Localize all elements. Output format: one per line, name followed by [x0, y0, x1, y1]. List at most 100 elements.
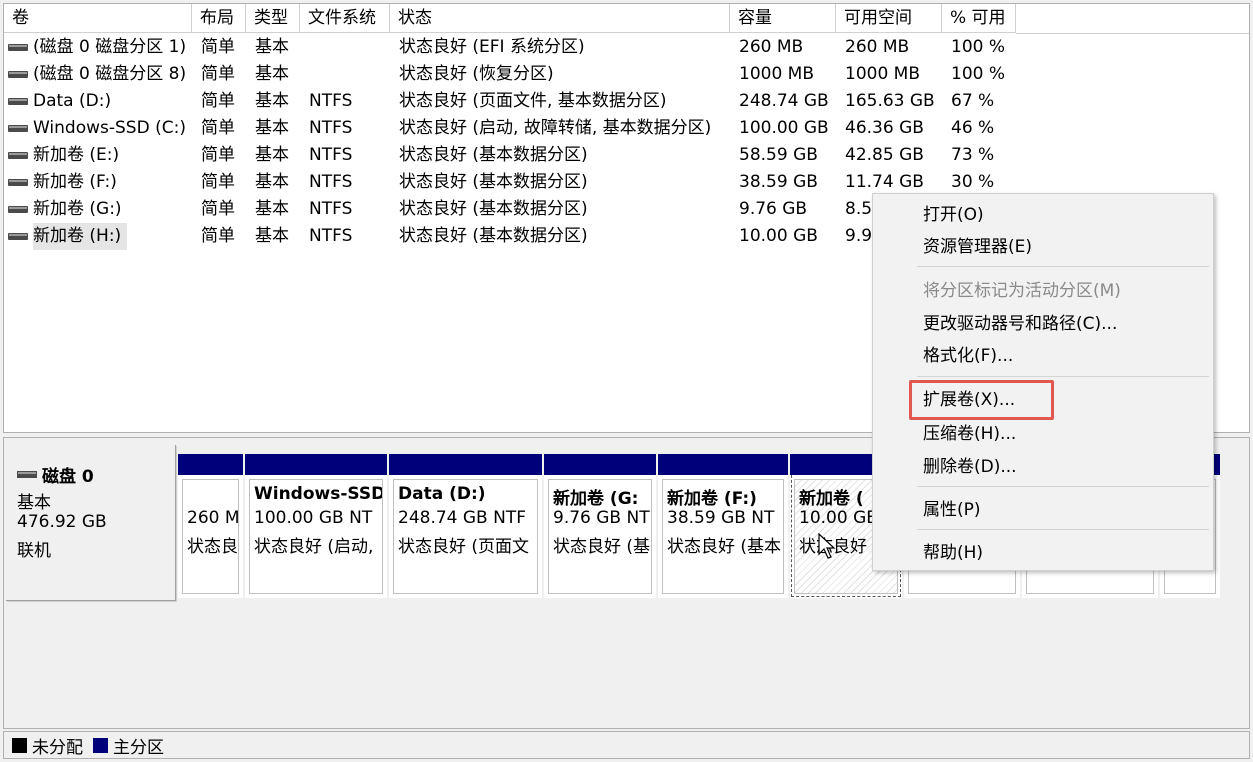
partition-body: 新加卷 (F:) 38.59 GB NT 状态良好 (基本	[662, 479, 784, 594]
column-filesystem[interactable]: 文件系统	[300, 4, 390, 33]
volume-row[interactable]: (磁盘 0 磁盘分区 8) 简单 基本 状态良好 (恢复分区) 1000 MB …	[4, 61, 1249, 88]
volume-layout: 简单	[201, 64, 235, 84]
volume-name-cell: (磁盘 0 磁盘分区 1)	[4, 34, 192, 61]
column-status[interactable]: 状态	[390, 4, 730, 33]
volume-name-cell: Data (D:)	[4, 88, 192, 115]
volume-name-cell: 新加卷 (E:)	[4, 142, 192, 169]
disk-size: 476.92 GB	[17, 512, 107, 532]
volume-free-space: 1000 MB	[845, 64, 920, 84]
volume-capacity: 58.59 GB	[739, 145, 818, 165]
partition-block[interactable]: 260 M 状态良	[178, 454, 243, 598]
partition-block[interactable]: 新加卷 (G: 9.76 GB NT 状态良好 (基	[544, 454, 656, 598]
volume-type: 基本	[255, 145, 289, 165]
column-capacity[interactable]: 容量	[730, 4, 836, 33]
menu-item-help[interactable]: 帮助(H)	[923, 538, 983, 568]
volume-row[interactable]: Windows-SSD (C:) 简单 基本 NTFS 状态良好 (启动, 故障…	[4, 115, 1249, 142]
partition-body: Windows-SSD 100.00 GB NT 状态良好 (启动,	[249, 479, 383, 594]
column-type[interactable]: 类型	[246, 4, 300, 33]
volume-percent-free: 46 %	[951, 118, 995, 138]
volume-free-space: 42.85 GB	[845, 145, 924, 165]
volume-name: 新加卷 (E:)	[33, 145, 120, 165]
menu-item-format[interactable]: 格式化(F)...	[923, 341, 1013, 371]
volume-free-space: 46.36 GB	[845, 118, 924, 138]
menu-item-change-drive-letter[interactable]: 更改驱动器号和路径(C)...	[923, 309, 1117, 339]
volume-status: 状态良好 (基本数据分区)	[399, 226, 588, 246]
partition-type-bar	[245, 454, 387, 475]
partition-block[interactable]: Data (D:) 248.74 GB NTF 状态良好 (页面文	[389, 454, 542, 598]
volume-capacity: 248.74 GB	[739, 91, 829, 111]
partition-label: 新加卷 (	[799, 489, 864, 509]
partition-type-bar	[658, 454, 788, 475]
volume-percent-free: 67 %	[951, 91, 995, 111]
drive-icon	[8, 125, 28, 132]
volume-type: 基本	[255, 199, 289, 219]
column-percent-free[interactable]: % 可用	[942, 4, 1016, 33]
disk-type: 基本	[17, 493, 51, 513]
partition-block[interactable]: 新加卷 (F:) 38.59 GB NT 状态良好 (基本	[658, 454, 788, 598]
volume-row[interactable]: (磁盘 0 磁盘分区 1) 简单 基本 状态良好 (EFI 系统分区) 260 …	[4, 34, 1249, 61]
extend-volume-highlight-box	[909, 380, 1054, 420]
menu-item-explorer[interactable]: 资源管理器(E)	[923, 232, 1032, 262]
volume-row[interactable]: Data (D:) 简单 基本 NTFS 状态良好 (页面文件, 基本数据分区)…	[4, 88, 1249, 115]
drive-icon	[8, 98, 28, 105]
drive-icon	[8, 44, 28, 51]
volume-filesystem: NTFS	[309, 226, 353, 246]
menu-item-delete-volume[interactable]: 删除卷(D)...	[923, 452, 1017, 482]
mouse-cursor-icon	[818, 533, 836, 559]
partition-status: 状态良	[187, 537, 238, 557]
menu-separator	[917, 529, 1209, 530]
volume-free-space: 11.74 GB	[845, 172, 924, 192]
volume-status: 状态良好 (基本数据分区)	[399, 199, 588, 219]
partition-status: 状态良好 (基	[553, 537, 651, 557]
partition-label: Data (D:)	[398, 484, 486, 504]
column-volume[interactable]: 卷	[4, 4, 192, 33]
disk-info-panel[interactable]: 磁盘 0 基本 476.92 GB 联机	[5, 444, 175, 600]
volume-type: 基本	[255, 91, 289, 111]
volume-filesystem: NTFS	[309, 118, 353, 138]
volume-layout: 简单	[201, 37, 235, 57]
partition-body: 新加卷 (G: 9.76 GB NT 状态良好 (基	[548, 479, 652, 594]
menu-item-shrink-volume[interactable]: 压缩卷(H)...	[923, 419, 1016, 449]
partition-body: 260 M 状态良	[182, 479, 239, 594]
volume-type: 基本	[255, 172, 289, 192]
menu-item-properties[interactable]: 属性(P)	[923, 495, 981, 525]
disk-name-line: 磁盘 0	[17, 462, 94, 487]
volume-name-cell: 新加卷 (H:)	[4, 223, 192, 250]
column-free-space[interactable]: 可用空间	[836, 4, 942, 33]
volume-filesystem: NTFS	[309, 199, 353, 219]
volume-status: 状态良好 (基本数据分区)	[399, 172, 588, 192]
partition-size: 38.59 GB NT	[667, 508, 775, 528]
partition-size: 248.74 GB NTF	[398, 508, 527, 528]
column-layout[interactable]: 布局	[192, 4, 246, 33]
volume-status: 状态良好 (页面文件, 基本数据分区)	[399, 91, 667, 111]
volume-name: Data (D:)	[33, 91, 112, 111]
volume-row[interactable]: 新加卷 (F:) 简单 基本 NTFS 状态良好 (基本数据分区) 38.59 …	[4, 169, 1249, 196]
partition-status: 状态良好 (基本	[667, 537, 782, 557]
disk-icon	[17, 471, 37, 478]
volume-filesystem: NTFS	[309, 172, 353, 192]
unallocated-swatch	[12, 737, 27, 753]
volume-name: (磁盘 0 磁盘分区 8)	[33, 64, 187, 84]
volume-capacity: 38.59 GB	[739, 172, 818, 192]
column-header: 卷 布局 类型 文件系统 状态 容量 可用空间 % 可用	[4, 4, 1249, 34]
volume-name: 新加卷 (G:)	[33, 199, 122, 219]
volume-name: Windows-SSD (C:)	[33, 118, 186, 138]
partition-block[interactable]: Windows-SSD 100.00 GB NT 状态良好 (启动,	[245, 454, 387, 598]
volume-type: 基本	[255, 226, 289, 246]
partition-body: Data (D:) 248.74 GB NTF 状态良好 (页面文	[393, 479, 538, 594]
volume-capacity: 260 MB	[739, 37, 804, 57]
menu-item-open[interactable]: 打开(O)	[923, 200, 984, 230]
partition-status: 状态良好 (页面文	[398, 537, 530, 557]
volume-type: 基本	[255, 64, 289, 84]
partition-status: 状态良好 (启动,	[254, 537, 374, 557]
volume-percent-free: 100 %	[951, 64, 1006, 84]
menu-item-mark-active: 将分区标记为活动分区(M)	[923, 281, 1121, 301]
volume-name-cell: (磁盘 0 磁盘分区 8)	[4, 61, 192, 88]
volume-row[interactable]: 新加卷 (E:) 简单 基本 NTFS 状态良好 (基本数据分区) 58.59 …	[4, 142, 1249, 169]
volume-layout: 简单	[201, 145, 235, 165]
disk-name: 磁盘 0	[42, 467, 94, 487]
drive-icon	[8, 206, 28, 213]
volume-name: (磁盘 0 磁盘分区 1)	[33, 37, 187, 57]
volume-layout: 简单	[201, 199, 235, 219]
primary-legend-label: 主分区	[113, 737, 164, 758]
